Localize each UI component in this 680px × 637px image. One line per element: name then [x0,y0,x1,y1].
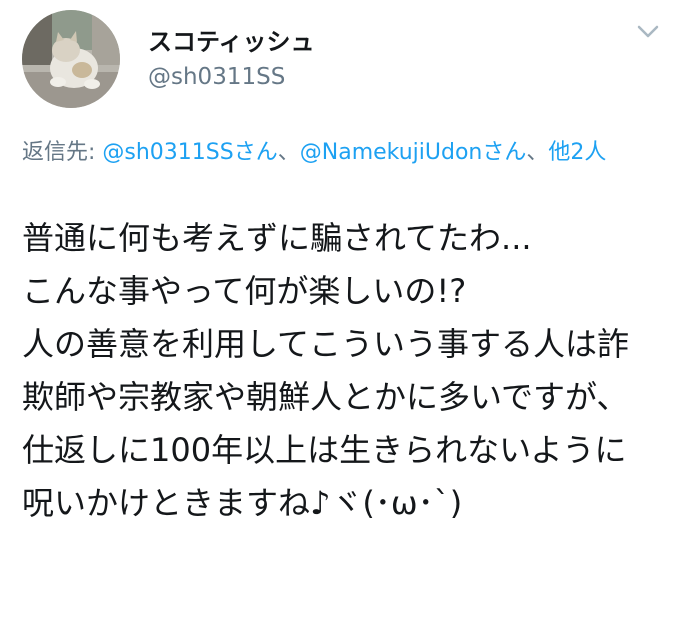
cat-photo-icon [22,10,120,108]
reply-separator: 、 [277,140,300,165]
reply-separator: 、 [526,140,549,165]
user-handle[interactable]: @sh0311SS [148,64,285,90]
chevron-down-icon[interactable] [636,22,660,42]
avatar[interactable] [22,10,120,108]
reply-prefix: 返信先: [22,140,103,165]
mention-link[interactable]: @sh0311SSさん [102,140,277,165]
mention-link[interactable]: @NamekujiUdonさん [300,140,527,165]
tweet-card: スコティッシュ @sh0311SS 返信先: @sh0311SSさん、@Name… [0,0,680,637]
reply-to-line: 返信先: @sh0311SSさん、@NamekujiUdonさん、他2人 [22,136,642,169]
tweet-text: 普通に何も考えずに騙されてたわ... こんな事やって何が楽しいの!? 人の善意を… [22,219,630,522]
display-name[interactable]: スコティッシュ [148,22,315,57]
others-link[interactable]: 他2人 [548,140,606,165]
